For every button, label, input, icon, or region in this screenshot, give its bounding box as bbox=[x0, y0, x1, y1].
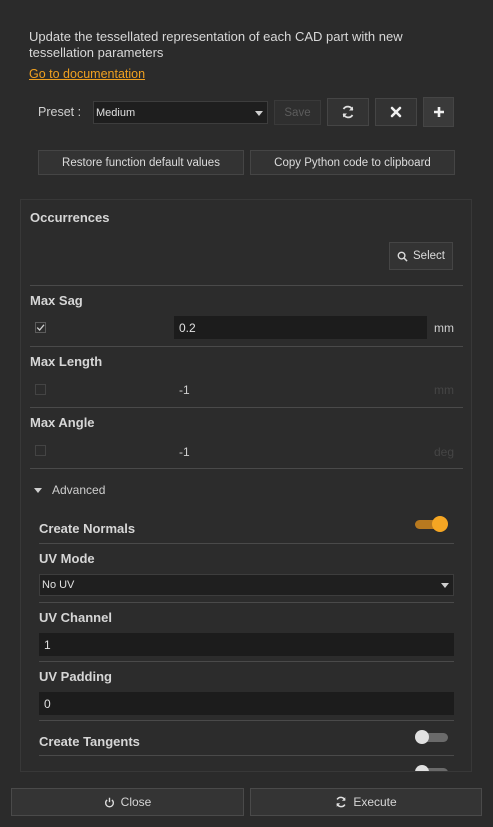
create-tangents-title: Create Tangents bbox=[39, 734, 140, 749]
toggle-knob bbox=[432, 516, 448, 532]
max-sag-value: 0.2 bbox=[179, 320, 196, 335]
max-sag-checkbox[interactable] bbox=[35, 322, 46, 333]
uv-padding-title: UV Padding bbox=[39, 669, 112, 684]
preset-select[interactable]: Medium bbox=[93, 101, 268, 124]
preset-label: Preset : bbox=[38, 105, 82, 119]
parameters-panel: Occurrences Select Max Sag 0.2 mm Max Le… bbox=[20, 199, 472, 772]
copy-python-label: Copy Python code to clipboard bbox=[274, 156, 431, 169]
max-length-unit: mm bbox=[434, 383, 454, 397]
close-button[interactable]: Close bbox=[11, 788, 244, 816]
copy-python-button[interactable]: Copy Python code to clipboard bbox=[250, 150, 455, 175]
checkmark-icon bbox=[36, 324, 45, 331]
max-length-value[interactable]: -1 bbox=[179, 383, 190, 397]
advanced-label: Advanced bbox=[52, 483, 106, 497]
function-description: Update the tessellated representation of… bbox=[29, 29, 403, 60]
toggle-knob bbox=[415, 730, 429, 744]
max-angle-checkbox[interactable] bbox=[35, 445, 46, 456]
restore-defaults-label: Restore function default values bbox=[62, 156, 220, 169]
occurrences-title: Occurrences bbox=[30, 210, 110, 225]
chevron-down-icon bbox=[34, 487, 42, 493]
max-angle-unit: deg bbox=[434, 445, 455, 459]
uv-channel-value: 1 bbox=[44, 637, 51, 652]
advanced-toggle[interactable]: Advanced bbox=[34, 483, 105, 497]
create-normals-title: Create Normals bbox=[39, 521, 136, 536]
divider bbox=[39, 755, 454, 756]
refresh-preset-button[interactable] bbox=[327, 98, 369, 126]
uv-mode-select[interactable]: No UV bbox=[39, 574, 454, 596]
chevron-down-icon bbox=[441, 583, 449, 588]
add-preset-button[interactable] bbox=[423, 97, 454, 127]
toggle-knob bbox=[415, 765, 429, 771]
max-angle-title: Max Angle bbox=[30, 415, 95, 430]
save-preset-label: Save bbox=[284, 106, 311, 119]
delete-preset-button[interactable] bbox=[375, 98, 417, 126]
uv-mode-value: No UV bbox=[42, 579, 75, 591]
plus-icon bbox=[433, 107, 444, 117]
uv-padding-input[interactable]: 0 bbox=[39, 692, 454, 715]
restore-defaults-button[interactable]: Restore function default values bbox=[38, 150, 244, 175]
divider bbox=[30, 346, 463, 347]
execute-button[interactable]: Execute bbox=[250, 788, 482, 816]
uv-mode-title: UV Mode bbox=[39, 551, 95, 566]
select-occurrences-button[interactable]: Select bbox=[389, 242, 453, 270]
close-label: Close bbox=[120, 795, 152, 809]
create-tangents-toggle[interactable] bbox=[415, 729, 449, 745]
divider bbox=[39, 602, 454, 603]
close-icon bbox=[390, 106, 402, 118]
create-free-edges-toggle[interactable] bbox=[415, 764, 449, 771]
documentation-link[interactable]: Go to documentation bbox=[29, 67, 145, 81]
divider bbox=[30, 407, 463, 408]
preset-selected-value: Medium bbox=[96, 106, 136, 119]
divider bbox=[30, 468, 463, 469]
divider bbox=[39, 720, 454, 721]
execute-label: Execute bbox=[353, 795, 397, 809]
power-icon bbox=[104, 797, 114, 807]
max-sag-input[interactable]: 0.2 bbox=[174, 316, 427, 339]
uv-channel-input[interactable]: 1 bbox=[39, 633, 454, 656]
select-label: Select bbox=[413, 250, 445, 262]
create-normals-toggle[interactable] bbox=[415, 516, 449, 532]
max-length-checkbox[interactable] bbox=[35, 384, 46, 395]
refresh-icon bbox=[336, 796, 346, 808]
divider bbox=[39, 543, 454, 544]
max-angle-value[interactable]: -1 bbox=[179, 445, 190, 459]
uv-padding-value: 0 bbox=[44, 696, 51, 711]
search-icon bbox=[397, 251, 408, 262]
max-sag-title: Max Sag bbox=[30, 293, 83, 308]
save-preset-button[interactable]: Save bbox=[274, 100, 321, 125]
divider bbox=[30, 285, 463, 286]
uv-channel-title: UV Channel bbox=[39, 610, 112, 625]
chevron-down-icon bbox=[255, 110, 263, 116]
divider bbox=[39, 661, 454, 662]
max-sag-unit: mm bbox=[434, 321, 454, 335]
max-length-title: Max Length bbox=[30, 354, 103, 369]
refresh-icon bbox=[342, 105, 354, 119]
